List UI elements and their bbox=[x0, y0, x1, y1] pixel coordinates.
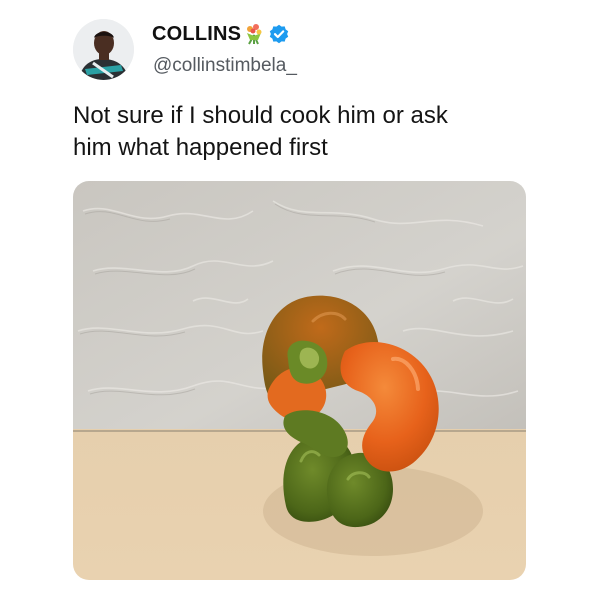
avatar[interactable] bbox=[73, 19, 134, 80]
avatar-photo bbox=[73, 19, 134, 80]
verified-badge-icon bbox=[269, 24, 289, 44]
tweet-text: Not sure if I should cook him or ask him… bbox=[73, 102, 448, 161]
bouquet-icon bbox=[243, 23, 265, 45]
tweet-card: COLLINS @collinstimbela_ Not sure if I s… bbox=[0, 0, 599, 599]
tweet-media[interactable] bbox=[73, 181, 526, 580]
author-handle[interactable]: @collinstimbela_ bbox=[153, 55, 297, 77]
author-display-name[interactable]: COLLINS bbox=[152, 23, 241, 46]
author-name-row: COLLINS bbox=[152, 22, 289, 46]
bell-pepper-photo bbox=[73, 181, 526, 580]
